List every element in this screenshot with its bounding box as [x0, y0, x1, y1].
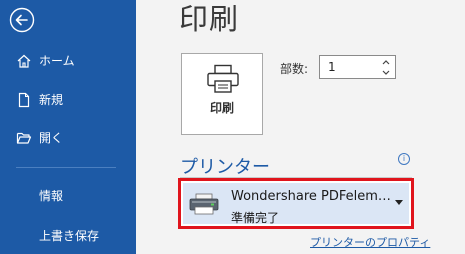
- page-title: 印刷: [179, 2, 240, 36]
- home-icon: [17, 54, 31, 68]
- chevron-down-icon[interactable]: [381, 68, 391, 77]
- sidebar-divider: [16, 167, 116, 168]
- info-icon[interactable]: i: [398, 153, 410, 165]
- nav-home[interactable]: ホーム: [0, 47, 136, 75]
- print-button[interactable]: 印刷: [181, 53, 263, 135]
- nav-new-label: 新規: [39, 93, 64, 107]
- printer-name: Wondershare PDFelem…: [231, 189, 391, 204]
- copies-label: 部数:: [280, 62, 309, 76]
- printer-properties-link[interactable]: プリンターのプロパティ: [310, 234, 430, 250]
- caret-down-icon: [395, 200, 403, 205]
- nav-open-label: 開く: [39, 131, 64, 145]
- new-document-icon: [18, 92, 30, 108]
- nav-home-label: ホーム: [39, 54, 75, 68]
- back-arrow-icon: [9, 7, 35, 33]
- nav-new[interactable]: 新規: [0, 86, 136, 114]
- printer-device-icon: [189, 193, 219, 215]
- back-button[interactable]: [9, 7, 35, 33]
- open-folder-icon: [16, 132, 32, 144]
- nav-save[interactable]: 上書き保存: [0, 222, 136, 250]
- printer-icon: [207, 64, 239, 93]
- printer-status: 準備完了: [231, 211, 280, 225]
- copies-value: 1: [328, 60, 336, 74]
- nav-save-label: 上書き保存: [39, 229, 100, 243]
- backstage-sidebar: ホーム 新規 開く 情報 上書き保存: [0, 0, 136, 254]
- printer-section-title: プリンター: [180, 157, 270, 178]
- print-button-label: 印刷: [209, 101, 234, 115]
- nav-info[interactable]: 情報: [0, 182, 136, 210]
- printer-dropdown[interactable]: Wondershare PDFelem… 準備完了: [178, 178, 414, 229]
- nav-info-label: 情報: [39, 189, 64, 203]
- chevron-up-icon[interactable]: [381, 58, 391, 67]
- printer-dropdown-inner: Wondershare PDFelem… 準備完了: [183, 183, 409, 225]
- nav-open[interactable]: 開く: [0, 124, 136, 152]
- copies-stepper[interactable]: 1: [319, 55, 396, 79]
